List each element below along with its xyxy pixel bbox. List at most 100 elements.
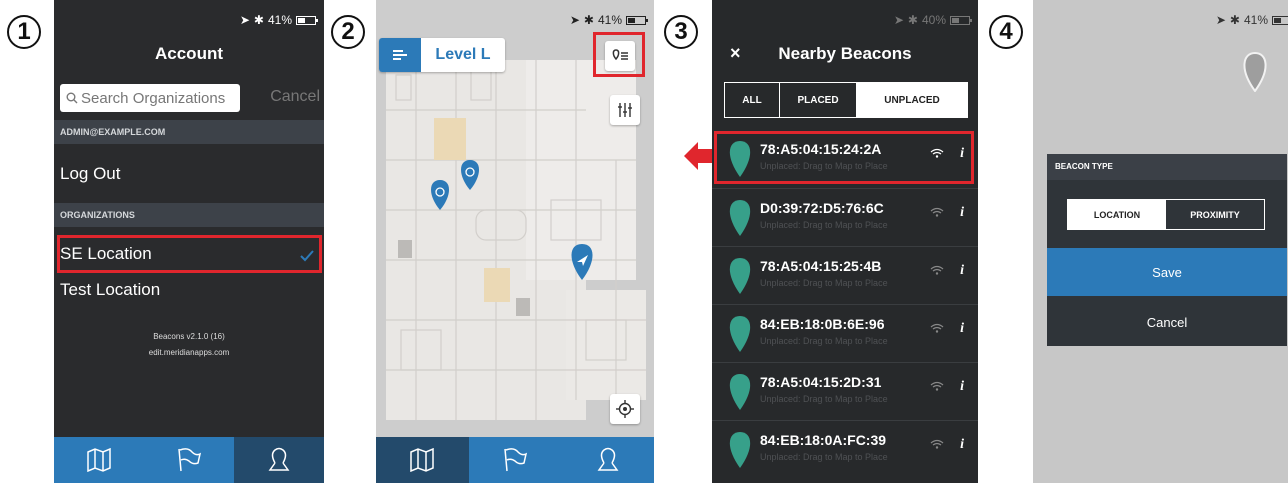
dialog-title: BEACON TYPE (1047, 154, 1287, 180)
info-icon[interactable]: i (960, 379, 964, 395)
tab-flag[interactable] (469, 437, 562, 483)
wifi-icon (930, 381, 944, 391)
wifi-icon (930, 207, 944, 217)
map-icon (410, 448, 435, 472)
highlight-selected-org (57, 235, 322, 273)
filter-icon (618, 103, 632, 117)
location-arrow-icon: ➤ (569, 13, 580, 27)
locate-button[interactable] (610, 394, 640, 424)
beacon-list-item[interactable]: D0:39:72:D5:76:6C Unplaced: Drag to Map … (712, 188, 978, 247)
menu-icon[interactable] (379, 38, 421, 72)
beacon-type-dialog: BEACON TYPE LOCATION PROXIMITY Save Canc… (1047, 154, 1287, 346)
map-icon (87, 448, 111, 472)
tab-flag[interactable] (144, 437, 234, 483)
info-icon[interactable]: i (960, 263, 964, 279)
flag-icon (504, 448, 528, 472)
bluetooth-icon: ✱ (253, 13, 264, 27)
beacon-mac-address: 78:A5:04:15:2D:31 (760, 374, 882, 390)
beacon-status: Unplaced: Drag to Map to Place (760, 336, 888, 346)
option-location[interactable]: LOCATION (1068, 200, 1166, 229)
beacon-status: Unplaced: Drag to Map to Place (760, 278, 888, 288)
beacon-status: Unplaced: Drag to Map to Place (760, 394, 888, 404)
battery-icon (626, 15, 648, 25)
status-bar: ➤ ✱ 41% (1216, 13, 1288, 27)
step-number-4: 4 (989, 15, 1023, 49)
cancel-button[interactable]: Cancel (1047, 298, 1287, 346)
wifi-icon (930, 265, 944, 275)
beacon-list-item[interactable]: 78:A5:04:15:2D:31 Unplaced: Drag to Map … (712, 362, 978, 421)
beacon-type-screen: ➤ ✱ 41% BEACON TYPE LOCATION PROXIMITY S… (1033, 0, 1288, 483)
info-icon[interactable]: i (960, 437, 964, 453)
beacon-type-segmented-control: LOCATION PROXIMITY (1067, 199, 1265, 230)
status-bar: ➤ ✱ 41% (239, 13, 318, 27)
beacon-mac-address: 84:EB:18:0A:FC:39 (760, 432, 887, 448)
pin-icon (729, 258, 751, 294)
level-label: Level L (435, 46, 491, 63)
pin-icon (729, 200, 751, 236)
status-bar: ➤ ✱ 41% (569, 13, 648, 27)
option-proximity[interactable]: PROXIMITY (1166, 200, 1264, 229)
filter-placed[interactable]: PLACED (780, 83, 857, 117)
nearby-beacons-screen: ➤ ✱ 40% × Nearby Beacons ALL PLACED UNPL… (712, 0, 978, 483)
wifi-icon (930, 439, 944, 449)
tab-account[interactable] (234, 437, 324, 483)
location-arrow-icon: ➤ (1215, 13, 1226, 27)
step-number-1: 1 (7, 15, 41, 49)
filter-all[interactable]: ALL (725, 83, 780, 117)
info-icon[interactable]: i (960, 321, 964, 337)
battery-percent: 41% (267, 13, 292, 27)
page-title: Nearby Beacons (778, 44, 912, 63)
bluetooth-icon: ✱ (583, 13, 594, 27)
location-arrow-icon: ➤ (239, 13, 250, 27)
filter-button[interactable] (610, 95, 640, 125)
pin-icon (729, 432, 751, 468)
pin-icon (729, 374, 751, 410)
beacon-mac-address: 84:EB:18:0B:6E:96 (760, 316, 885, 332)
bluetooth-icon: ✱ (907, 13, 918, 27)
tab-map[interactable] (54, 437, 144, 483)
highlight-first-beacon (714, 131, 974, 184)
pin-icon[interactable] (1240, 52, 1270, 92)
search-placeholder: Search Organizations (81, 89, 226, 107)
level-selector[interactable]: Level L (379, 38, 505, 72)
battery-percent: 41% (1243, 13, 1268, 27)
beacon-status: Unplaced: Drag to Map to Place (760, 220, 888, 230)
status-bar: ➤ ✱ 40% (893, 13, 972, 27)
account-section-header: ADMIN@EXAMPLE.COM (54, 120, 324, 144)
battery-icon (950, 15, 972, 25)
wifi-icon (930, 323, 944, 333)
user-icon (597, 447, 619, 471)
tab-bar (54, 437, 324, 483)
battery-icon (296, 15, 318, 25)
location-arrow-icon: ➤ (893, 13, 904, 27)
cancel-button[interactable]: Cancel (270, 88, 320, 106)
step-number-2: 2 (331, 15, 365, 49)
battery-percent: 40% (921, 13, 946, 27)
logout-button[interactable]: Log Out (54, 164, 324, 184)
pin-icon (729, 316, 751, 352)
beacon-mac-address: D0:39:72:D5:76:6C (760, 200, 884, 216)
beacon-list-item[interactable]: 84:EB:18:0B:6E:96 Unplaced: Drag to Map … (712, 304, 978, 363)
beacon-mac-address: 78:A5:04:15:25:4B (760, 258, 882, 274)
beacon-list-item[interactable]: 84:EB:18:0A:FC:39 Unplaced: Drag to Map … (712, 420, 978, 479)
tab-account[interactable] (561, 437, 654, 483)
app-domain: edit.meridianapps.com (148, 348, 230, 357)
beacon-filter-segmented-control: ALL PLACED UNPLACED (724, 82, 968, 118)
tab-bar (376, 437, 654, 483)
search-icon (66, 92, 78, 104)
battery-percent: 41% (597, 13, 622, 27)
org-item-test-location[interactable]: Test Location (54, 280, 324, 300)
info-icon[interactable]: i (960, 205, 964, 221)
user-icon (268, 447, 290, 471)
bluetooth-icon: ✱ (1229, 13, 1240, 27)
tab-map[interactable] (376, 437, 469, 483)
organizations-section-header: ORGANIZATIONS (54, 203, 324, 227)
save-button[interactable]: Save (1047, 248, 1287, 296)
beacon-list-item[interactable]: 78:A5:04:15:25:4B Unplaced: Drag to Map … (712, 246, 978, 305)
step-number-3: 3 (664, 15, 698, 49)
search-input[interactable]: Search Organizations (60, 84, 240, 112)
org-label: Test Location (60, 280, 161, 299)
battery-icon (1272, 15, 1288, 25)
map-screen: ➤ ✱ 41% Level L (376, 0, 654, 483)
filter-unplaced[interactable]: UNPLACED (857, 83, 967, 117)
